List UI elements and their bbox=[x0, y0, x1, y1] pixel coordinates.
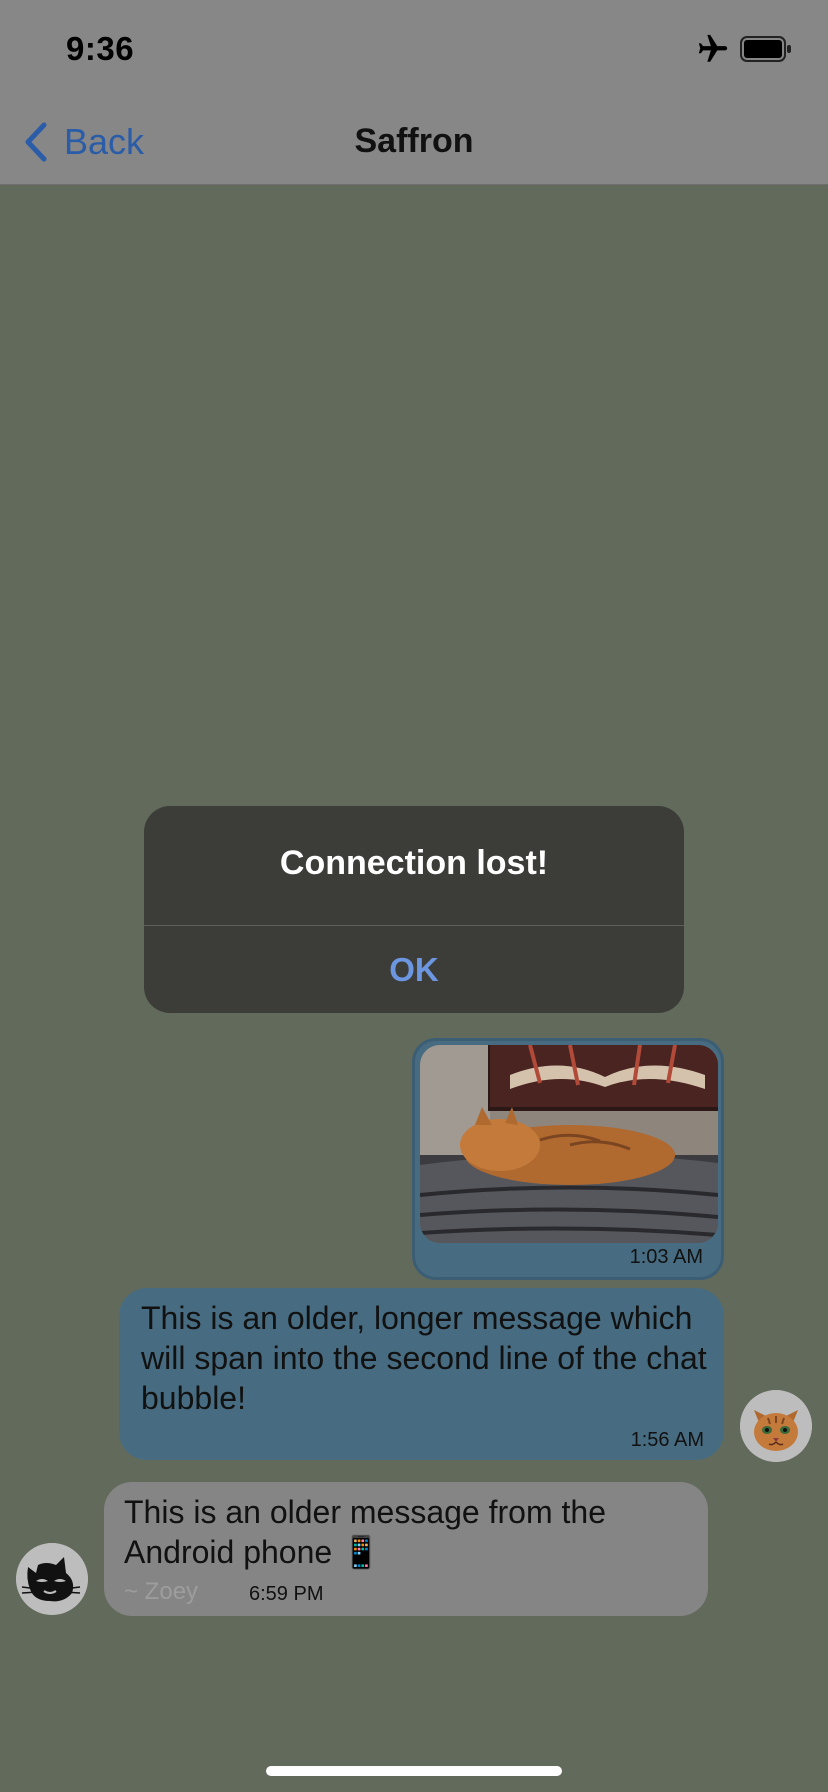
own-avatar-cat-icon[interactable] bbox=[740, 1390, 812, 1462]
status-time: 9:36 bbox=[66, 30, 135, 67]
image-message-bubble[interactable]: 1:03 AM bbox=[412, 1038, 724, 1280]
incoming-message-bubble[interactable]: This is an older message from the Androi… bbox=[104, 1482, 708, 1616]
image-message-time: 1:03 AM bbox=[629, 1246, 703, 1268]
incoming-message-text: This is an older message from the Androi… bbox=[124, 1494, 606, 1570]
back-button[interactable]: Back bbox=[22, 118, 144, 166]
back-label: Back bbox=[64, 121, 145, 162]
status-bar: 9:36 bbox=[0, 0, 828, 100]
battery-icon bbox=[740, 36, 791, 62]
ok-button[interactable]: OK bbox=[144, 926, 684, 1013]
airplane-mode-icon bbox=[698, 34, 728, 62]
outgoing-message-bubble[interactable]: This is an older, longer message which w… bbox=[119, 1288, 724, 1460]
alert-title: Connection lost! bbox=[279, 844, 549, 882]
connection-lost-alert: Connection lost! OK bbox=[144, 806, 684, 1013]
home-indicator[interactable] bbox=[266, 1766, 562, 1776]
outgoing-message-text: This is an older, longer message which w… bbox=[141, 1300, 707, 1416]
contact-avatar-cat-icon[interactable] bbox=[16, 1543, 88, 1615]
chevron-left-icon bbox=[25, 122, 47, 162]
cat-photo[interactable] bbox=[420, 1045, 718, 1243]
sender-name: ~ Zoey bbox=[124, 1578, 199, 1605]
outgoing-message-time: 1:56 AM bbox=[630, 1429, 704, 1451]
incoming-message-time: 6:59 PM bbox=[249, 1583, 324, 1605]
navigation-bar: Back Saffron bbox=[0, 100, 828, 185]
